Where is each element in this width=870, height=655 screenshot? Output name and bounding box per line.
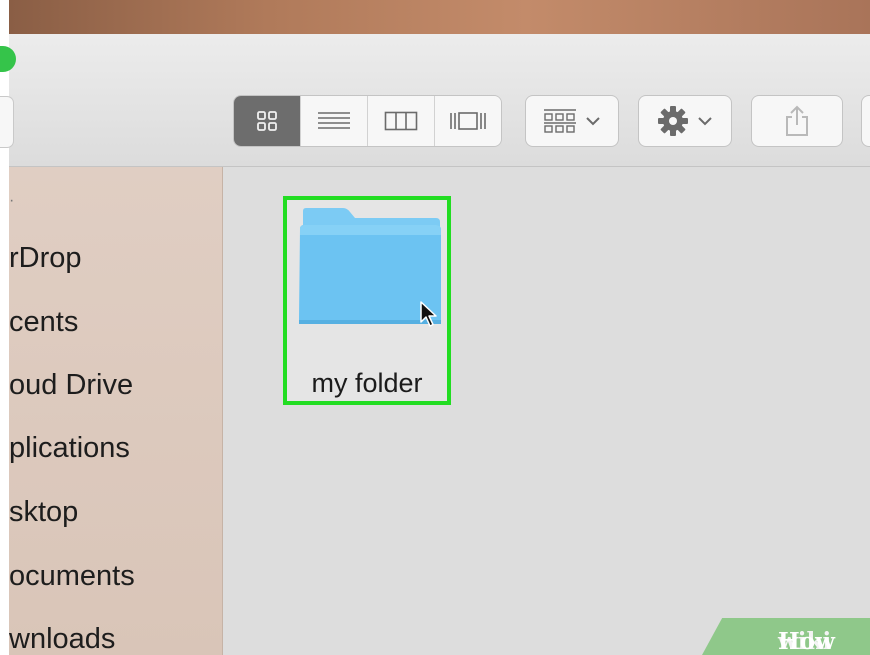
- sidebar-item-downloads[interactable]: wnloads: [9, 619, 115, 655]
- screenshot-frame: · rDrop cents oud Drive plications sktop…: [0, 0, 870, 655]
- share-icon: [786, 105, 808, 136]
- sidebar-section-header: ·: [9, 192, 15, 209]
- sidebar-item-icloud-drive[interactable]: oud Drive: [9, 365, 133, 405]
- back-forward-buttons[interactable]: [0, 96, 14, 148]
- list-view-button[interactable]: [300, 96, 367, 146]
- sidebar-item-desktop[interactable]: sktop: [9, 492, 78, 532]
- gear-icon: [658, 106, 688, 136]
- cover-flow-icon: [450, 112, 486, 130]
- list-view-icon: [318, 112, 350, 129]
- icon-view-button[interactable]: [234, 96, 300, 146]
- column-view-button[interactable]: [367, 96, 434, 146]
- chevron-down-icon: [698, 117, 712, 126]
- desktop-wallpaper: [9, 0, 870, 34]
- wikihow-watermark: wiki How: [702, 618, 870, 655]
- sidebar-item-documents[interactable]: ocuments: [9, 556, 135, 596]
- chevron-down-icon: [586, 117, 600, 126]
- sidebar-item-airdrop[interactable]: rDrop: [9, 238, 82, 278]
- share-button[interactable]: [752, 96, 842, 146]
- sidebar-item-applications[interactable]: plications: [9, 428, 130, 468]
- sidebar: · rDrop cents oud Drive plications sktop…: [9, 167, 223, 655]
- mouse-cursor-icon: [420, 301, 437, 327]
- column-view-icon: [384, 111, 418, 131]
- edit-tags-button[interactable]: [862, 96, 870, 146]
- arrange-grid-icon: [544, 109, 576, 133]
- cover-flow-button[interactable]: [434, 96, 501, 146]
- view-mode-segmented-control: [234, 96, 501, 146]
- icon-view-icon: [257, 111, 277, 131]
- sidebar-item-recents[interactable]: cents: [9, 302, 78, 342]
- arrange-button[interactable]: [526, 96, 618, 146]
- folder-name-label: my folder: [311, 368, 423, 398]
- action-button[interactable]: [639, 96, 731, 146]
- watermark-how-text: How: [778, 628, 835, 655]
